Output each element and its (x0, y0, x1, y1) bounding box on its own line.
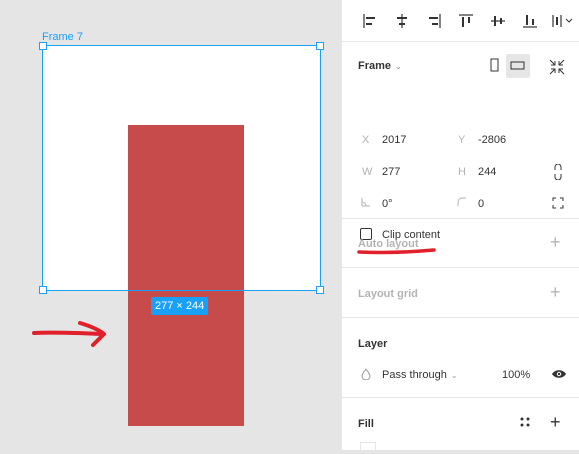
layout-grid-title: Layout grid (358, 288, 418, 300)
fill-swatch[interactable] (360, 442, 376, 453)
resize-handle-bottom-left[interactable] (39, 286, 47, 294)
fill-title: Fill (358, 418, 374, 430)
corner-radius-icon (456, 196, 468, 208)
dimension-badge: 277 × 244 (151, 297, 209, 315)
x-input[interactable]: 2017 (382, 134, 406, 146)
distribute-icon[interactable] (546, 5, 578, 37)
rotation-input[interactable]: 0° (382, 198, 393, 210)
x-label: X (362, 134, 370, 146)
blend-mode-dropdown[interactable]: Pass through ⌄ (382, 369, 458, 381)
annotation-arrow-icon (32, 321, 106, 347)
align-top-icon[interactable] (450, 5, 482, 37)
landscape-orientation-icon[interactable] (506, 54, 530, 78)
layer-title: Layer (358, 338, 388, 350)
frame-section-title[interactable]: Frame ⌄ (358, 60, 402, 72)
add-auto-layout-plus-icon[interactable]: + (550, 233, 561, 251)
constrain-proportions-icon[interactable] (550, 163, 566, 181)
blend-mode-value: Pass through (382, 369, 447, 381)
blend-mode-drop-icon (360, 367, 372, 381)
add-layout-grid-plus-icon[interactable]: + (550, 283, 561, 301)
align-horizontal-center-icon[interactable] (386, 5, 418, 37)
resize-handle-top-left[interactable] (39, 42, 47, 50)
y-label: Y (458, 134, 466, 146)
auto-layout-title: Auto layout (358, 238, 419, 250)
align-right-icon[interactable] (418, 5, 450, 37)
frame-name-label[interactable]: Frame 7 (42, 31, 83, 43)
y-input[interactable]: -2806 (478, 134, 506, 146)
align-bottom-icon[interactable] (514, 5, 546, 37)
fill-section: Fill + (342, 398, 579, 454)
add-fill-plus-icon[interactable]: + (550, 413, 561, 431)
eye-icon[interactable] (550, 366, 568, 382)
properties-panel: Frame⌄ X 2017 Y -2806 W 277 H 244 0° 0 (341, 0, 579, 453)
frame-title-text: Frame (358, 60, 392, 72)
selection-box (42, 45, 321, 291)
frame-section: Frame⌄ X 2017 Y -2806 W 277 H 244 0° 0 (342, 42, 579, 255)
corner-radius-input[interactable]: 0 (478, 198, 484, 210)
layout-grid-section: Layout grid + (342, 268, 579, 318)
h-label: H (458, 166, 466, 178)
chevron-down-icon: ⌄ (450, 371, 458, 380)
width-input[interactable]: 277 (382, 166, 400, 178)
align-left-icon[interactable] (354, 5, 386, 37)
align-vertical-center-icon[interactable] (482, 5, 514, 37)
resize-handle-top-right[interactable] (316, 42, 324, 50)
resize-handle-bottom-right[interactable] (316, 286, 324, 294)
independent-corners-icon[interactable] (550, 195, 566, 211)
chevron-down-icon: ⌄ (395, 62, 402, 71)
layer-section: Layer Pass through ⌄ 100% (342, 318, 579, 398)
portrait-orientation-icon[interactable] (486, 56, 504, 74)
alignment-toolbar (342, 0, 579, 42)
w-label: W (362, 166, 373, 178)
height-input[interactable]: 244 (478, 166, 496, 178)
canvas[interactable]: Frame 7 277 × 244 (0, 0, 341, 450)
opacity-input[interactable]: 100% (502, 369, 530, 381)
rotation-icon (360, 196, 372, 208)
auto-layout-section: Auto layout + (342, 219, 579, 268)
styles-grid-icon[interactable] (518, 415, 532, 429)
resize-to-fit-icon[interactable] (548, 58, 566, 76)
